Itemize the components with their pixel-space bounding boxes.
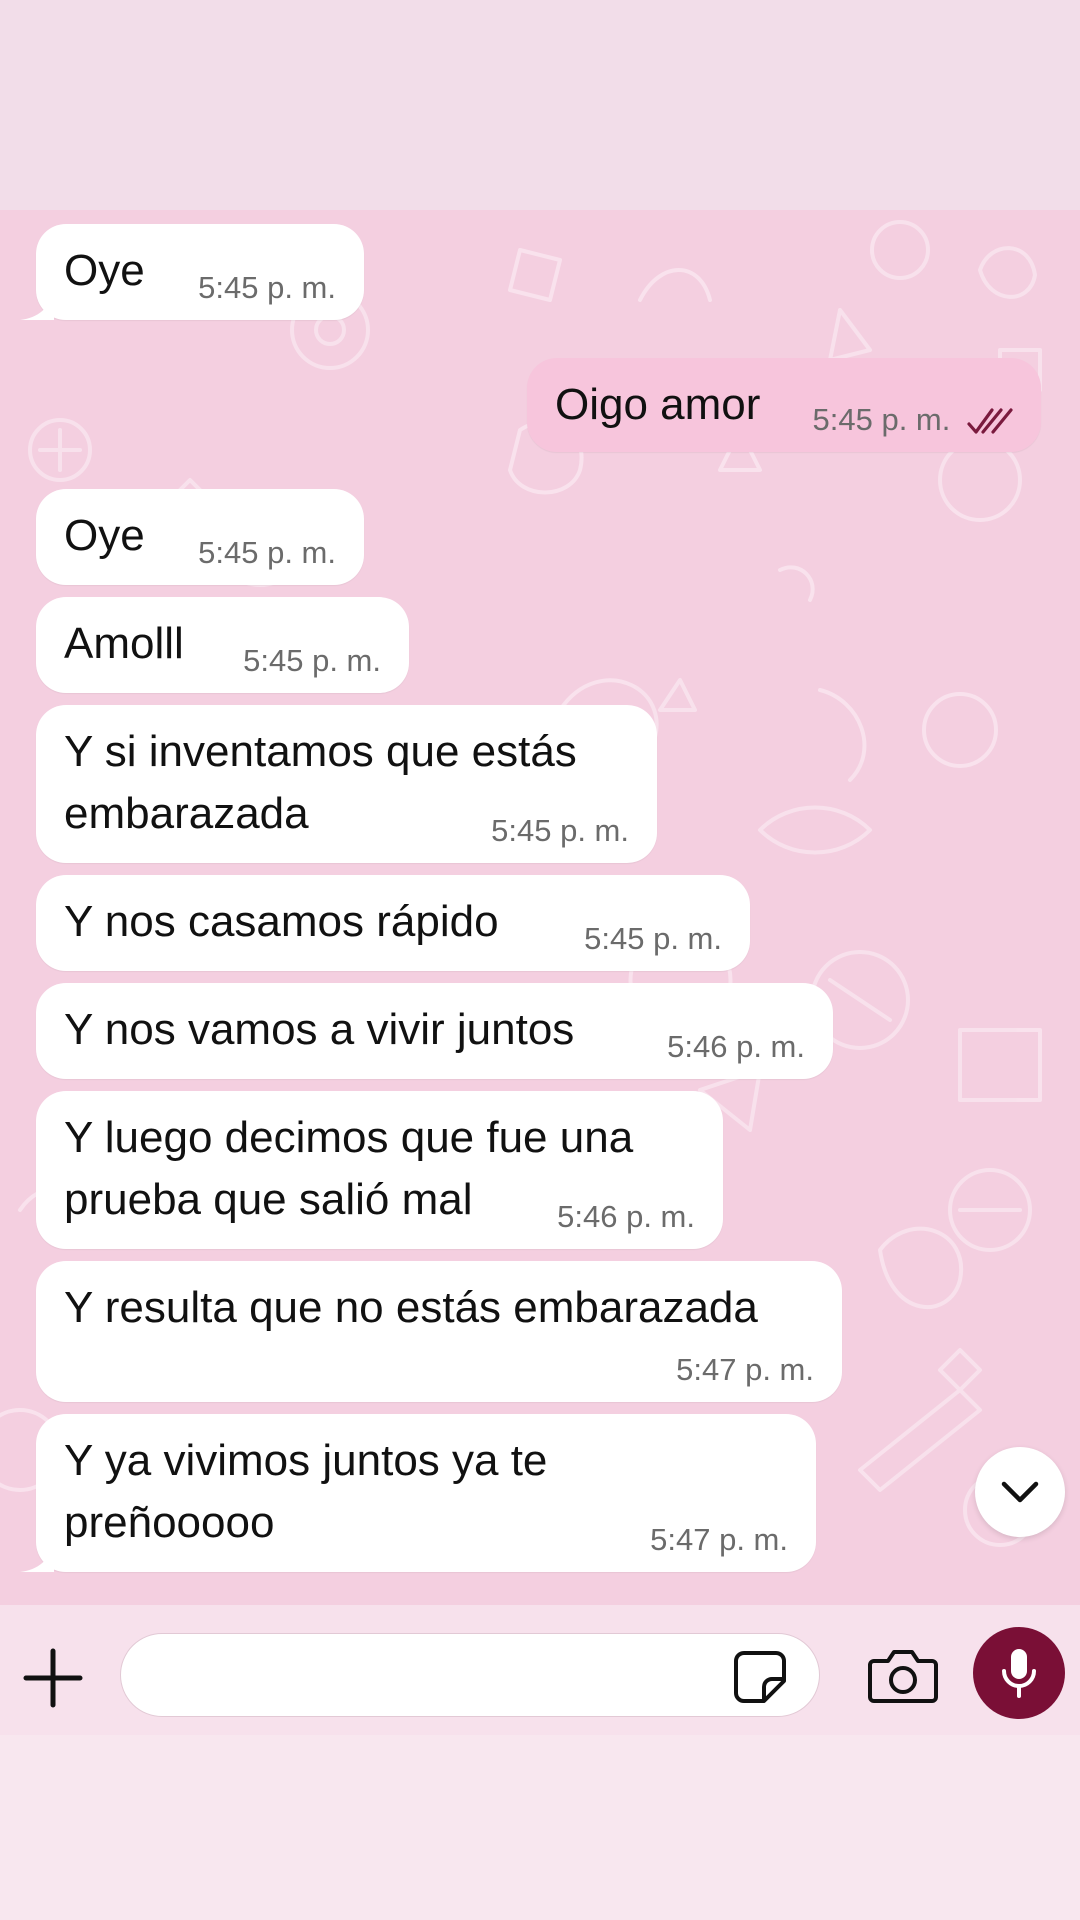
sticker-icon[interactable] bbox=[732, 1649, 788, 1705]
message-bubble-incoming[interactable]: Y luego decimos que fue una prueba que s… bbox=[36, 1091, 723, 1249]
message-time: 5:45 p. m. bbox=[584, 921, 722, 956]
message-time: 5:46 p. m. bbox=[557, 1199, 695, 1234]
message-time: 5:47 p. m. bbox=[676, 1352, 814, 1387]
chat-area[interactable]: Oye 5:45 p. m. Oigo amor 5:45 p. m. Oye … bbox=[0, 210, 1080, 1605]
message-time: 5:45 p. m. bbox=[812, 402, 951, 437]
camera-icon[interactable] bbox=[868, 1645, 938, 1705]
message-time: 5:46 p. m. bbox=[667, 1029, 805, 1064]
plus-icon[interactable] bbox=[22, 1647, 84, 1709]
message-time: 5:45 p. m. bbox=[491, 813, 629, 848]
message-time-row: 5:45 p. m. bbox=[813, 402, 1013, 438]
status-area bbox=[0, 0, 1080, 210]
message-bubble-incoming[interactable]: Amolll 5:45 p. m. bbox=[36, 597, 409, 693]
message-time: 5:45 p. m. bbox=[198, 535, 336, 570]
message-time: 5:47 p. m. bbox=[650, 1522, 788, 1557]
microphone-icon bbox=[1002, 1649, 1036, 1698]
message-bubble-outgoing[interactable]: Oigo amor 5:45 p. m. bbox=[527, 358, 1041, 452]
message-bubble-incoming[interactable]: Oye 5:45 p. m. bbox=[20, 224, 364, 320]
message-input[interactable] bbox=[120, 1633, 820, 1717]
message-bubble-incoming[interactable]: Y si inventamos que estás embarazada 5:4… bbox=[36, 705, 657, 863]
read-receipt-icon bbox=[967, 408, 1013, 434]
message-bubble-incoming[interactable]: Y nos vamos a vivir juntos 5:46 p. m. bbox=[36, 983, 833, 1079]
voice-message-button[interactable] bbox=[973, 1627, 1065, 1719]
bubble-tail bbox=[20, 290, 54, 320]
message-bubble-incoming[interactable]: Y nos casamos rápido 5:45 p. m. bbox=[36, 875, 750, 971]
scroll-to-bottom-button[interactable] bbox=[975, 1447, 1065, 1537]
home-indicator-area bbox=[0, 1735, 1080, 1920]
message-text: Y resulta que no estás embarazada bbox=[64, 1283, 758, 1332]
message-bubble-incoming[interactable]: Y resulta que no estás embarazada 5:47 p… bbox=[36, 1261, 842, 1402]
message-time: 5:45 p. m. bbox=[198, 270, 336, 305]
message-bubble-incoming[interactable]: Y ya vivimos juntos ya te preñooooo 5:47… bbox=[20, 1414, 816, 1572]
chevron-down-icon bbox=[1001, 1481, 1039, 1503]
message-time: 5:45 p. m. bbox=[243, 643, 381, 678]
message-bubble-incoming[interactable]: Oye 5:45 p. m. bbox=[36, 489, 364, 585]
message-composer bbox=[0, 1605, 1080, 1735]
bubble-tail bbox=[20, 1542, 54, 1572]
